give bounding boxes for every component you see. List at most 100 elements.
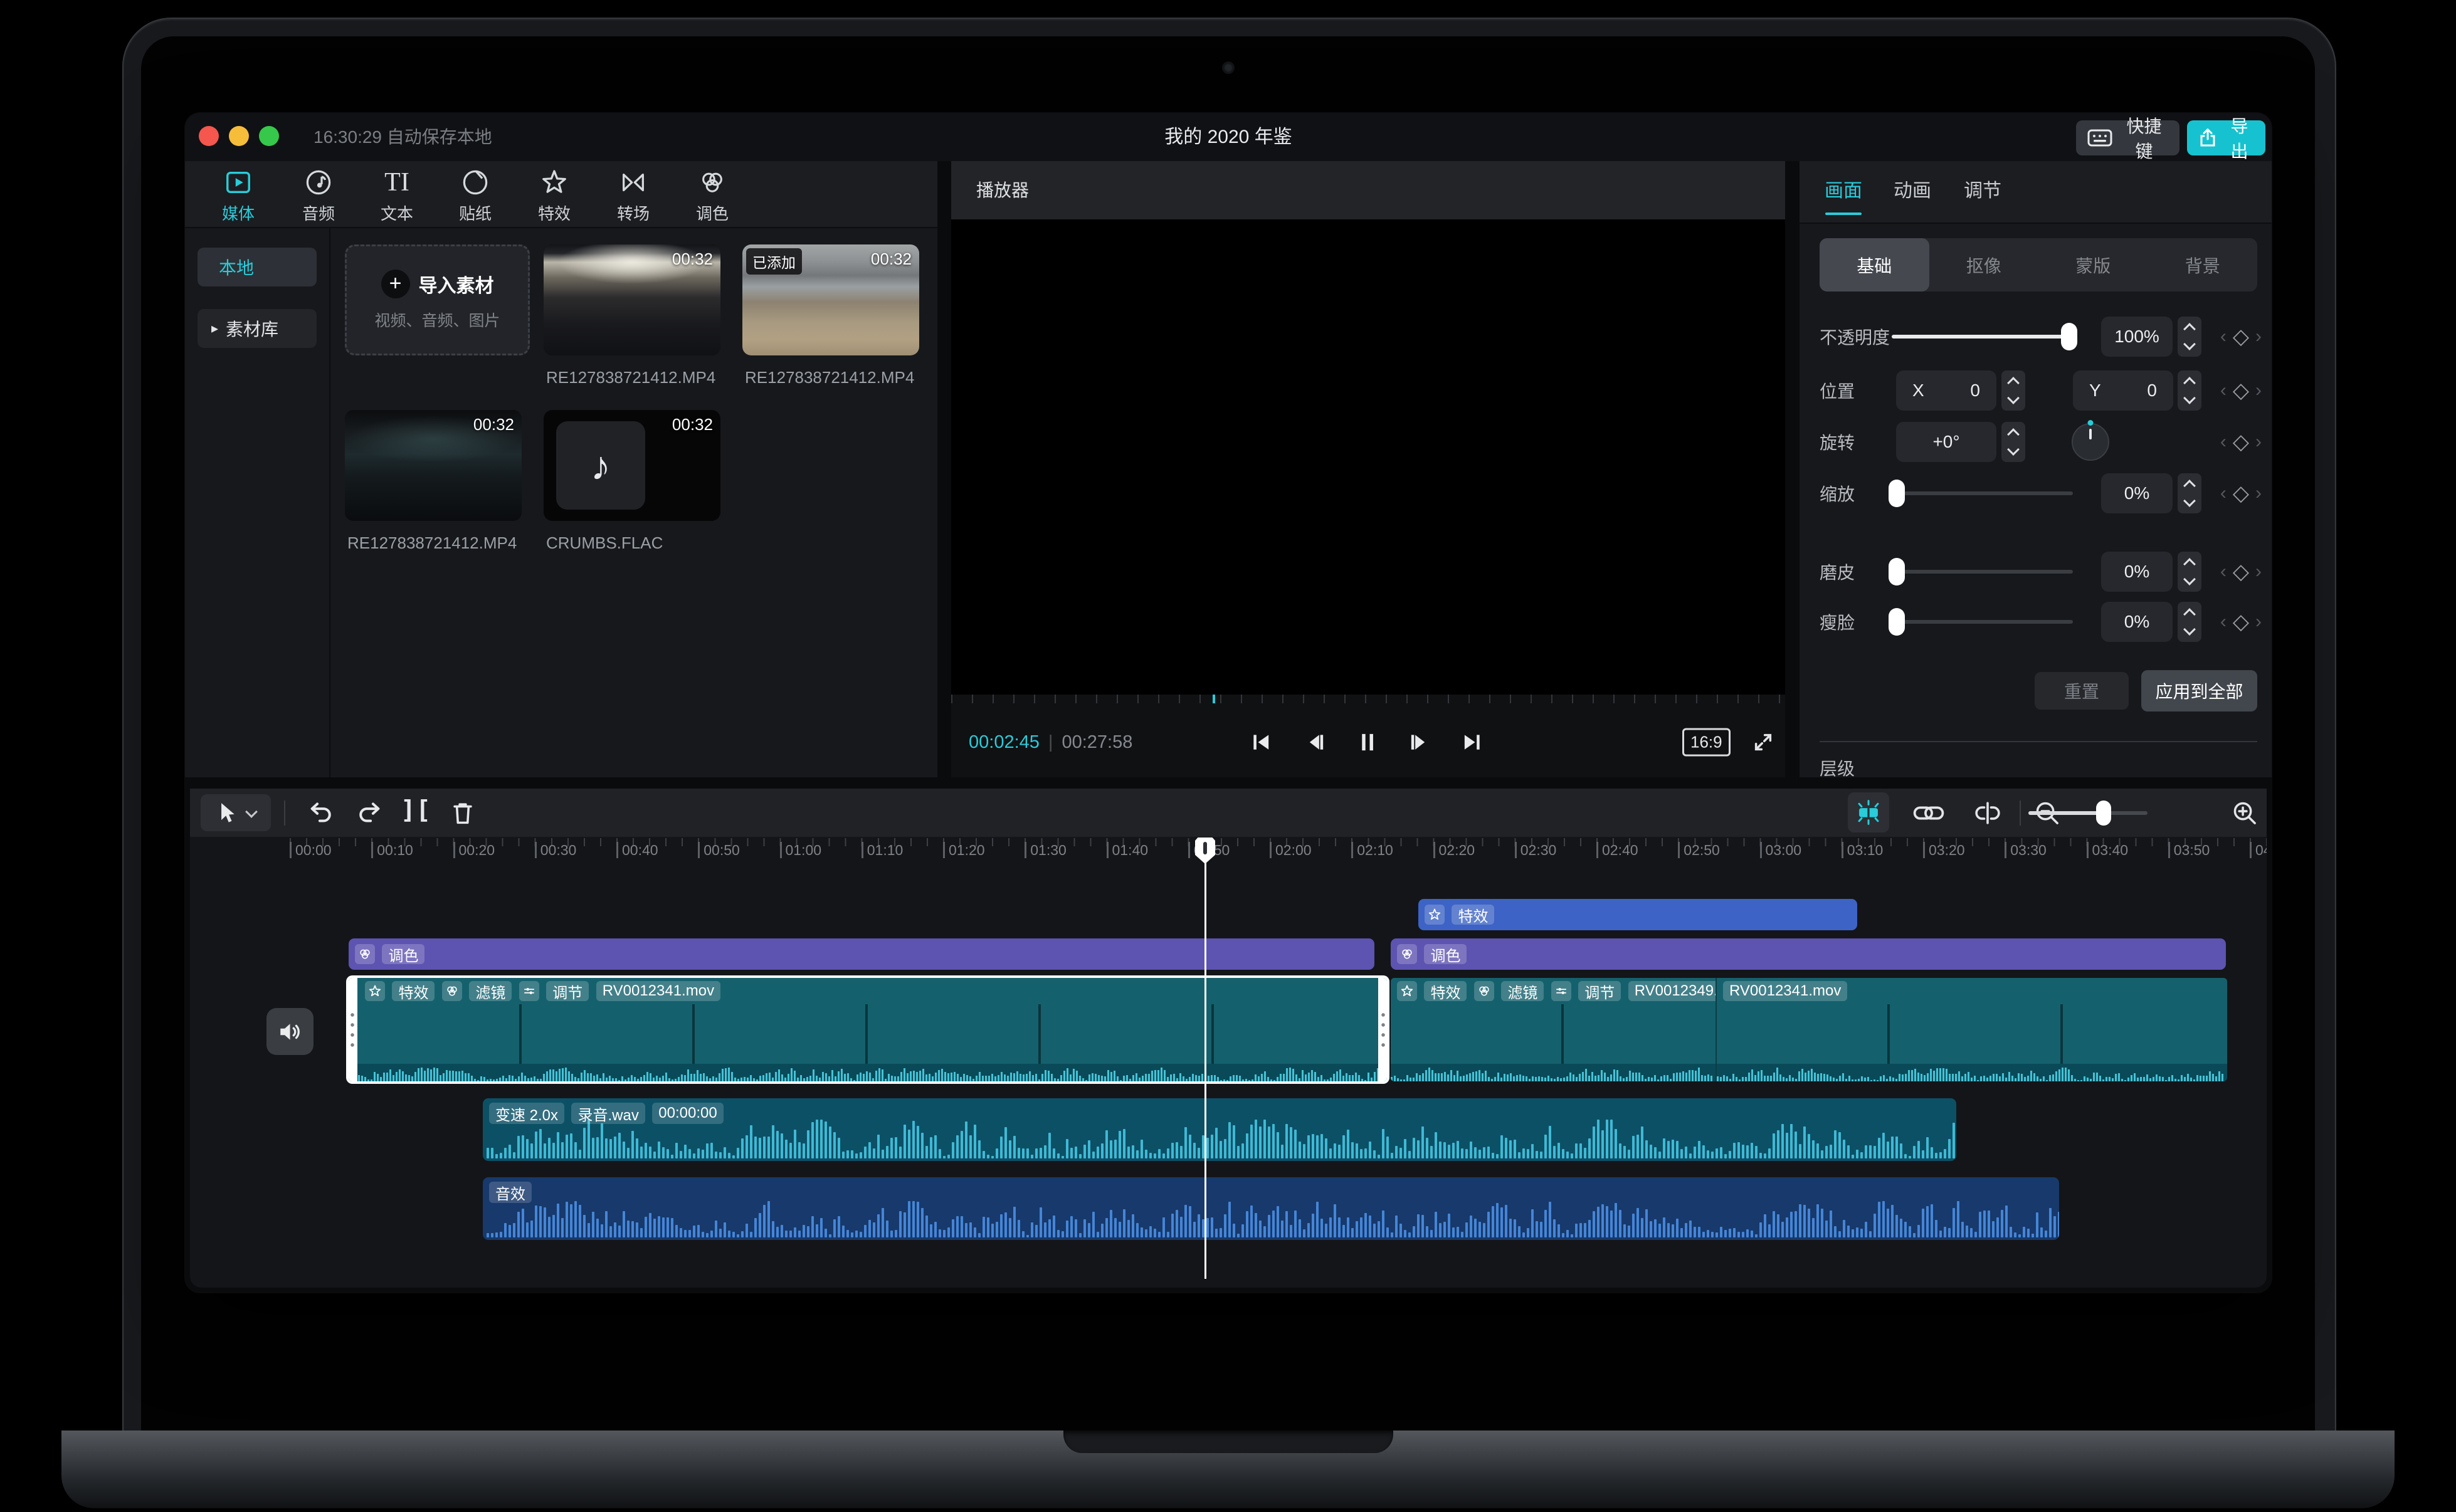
rotation-stepper[interactable] <box>2001 422 2025 462</box>
smooth-skin-value[interactable]: 0% <box>2101 552 2173 592</box>
audio-track-sfx[interactable]: 音效 <box>483 1177 2059 1240</box>
rotation-keyframe[interactable]: ‹◇› <box>2220 429 2262 454</box>
tab-sticker[interactable]: 贴纸 <box>441 167 510 225</box>
media-item-3[interactable]: 00:32 <box>345 410 522 521</box>
link-clips-icon[interactable] <box>1912 801 1945 826</box>
video-clip-selected[interactable]: 特效 滤镜 调节 RV0012341.mov <box>349 978 1387 1081</box>
position-y-stepper[interactable] <box>2178 370 2201 411</box>
trim-handle-left[interactable] <box>349 978 357 1081</box>
position-keyframe[interactable]: ‹◇› <box>2220 378 2262 403</box>
clip-filmstrip <box>349 1004 1387 1064</box>
tab-sticker-label: 贴纸 <box>459 201 492 224</box>
import-media-card[interactable]: + 导入素材 视频、音频、图片 <box>345 244 530 355</box>
redo-button[interactable] <box>355 801 382 826</box>
video-clip-3[interactable]: RV0012341.mov <box>1716 978 2227 1081</box>
tab-adjust[interactable]: 调节 <box>1964 161 2001 221</box>
video-clip-2[interactable]: 特效 滤镜 调节 RV0012349.mov <box>1391 978 1716 1081</box>
rotation-knob[interactable] <box>2072 423 2109 461</box>
playhead[interactable] <box>1204 839 1206 1279</box>
scale-slider[interactable] <box>1892 491 2073 495</box>
shortcuts-button[interactable]: 快捷键 <box>2076 120 2179 155</box>
effect-track[interactable]: 特效 <box>1418 899 1857 930</box>
next-frame-button[interactable] <box>1406 730 1431 755</box>
timeline-zoom-slider[interactable] <box>2028 811 2148 815</box>
subtab-basic[interactable]: 基础 <box>1820 238 1929 291</box>
delete-button[interactable] <box>450 800 475 826</box>
tab-animation[interactable]: 动画 <box>1894 161 1931 221</box>
scale-keyframe[interactable]: ‹◇› <box>2220 481 2262 506</box>
undo-button[interactable] <box>308 801 335 826</box>
export-button[interactable]: 导出 <box>2187 120 2265 155</box>
opacity-value[interactable]: 100% <box>2101 317 2173 357</box>
audio-track-recording[interactable]: 变速 2.0x 录音.wav 00:00:00 <box>483 1098 1956 1161</box>
skip-to-start-button[interactable] <box>1248 730 1273 755</box>
opacity-stepper[interactable] <box>2178 317 2201 357</box>
timeline-ruler[interactable]: 00:0000:1000:2000:3000:4000:5001:0001:10… <box>190 837 2267 863</box>
mirror-split-icon[interactable] <box>1973 799 2003 827</box>
tab-effects[interactable]: 特效 <box>520 167 589 225</box>
clip-filmstrip <box>1391 1004 1716 1064</box>
slim-face-keyframe[interactable]: ‹◇› <box>2220 609 2262 634</box>
snap-toggle-button[interactable] <box>1848 792 1889 832</box>
tab-color[interactable]: 调色 <box>678 167 747 225</box>
apply-to-all-button[interactable]: 应用到全部 <box>2141 670 2257 711</box>
trim-handle-right[interactable] <box>1378 978 1387 1081</box>
clip-name: RV0012341.mov <box>1723 981 1847 1001</box>
clip-header: 特效 滤镜 调节 RV0012349.mov <box>1391 978 1716 1004</box>
pause-button[interactable] <box>1354 729 1381 755</box>
current-time: 00:02:45 <box>969 732 1040 753</box>
slim-face-stepper[interactable] <box>2178 602 2201 642</box>
effect-track-label: 特效 <box>1452 905 1494 925</box>
inspector-tabbar: 画面 动画 调节 <box>1800 161 2272 224</box>
subtab-cutout[interactable]: 抠像 <box>1929 238 2039 291</box>
rotation-value[interactable]: +0° <box>1896 422 1996 462</box>
tab-media[interactable]: 媒体 <box>204 167 273 225</box>
player-scrub-bar[interactable] <box>951 695 1785 707</box>
next-keyframe-icon[interactable]: › <box>2255 326 2262 347</box>
slim-face-label: 瘦脸 <box>1820 609 1855 634</box>
tab-picture[interactable]: 画面 <box>1825 161 1862 221</box>
prev-keyframe-icon[interactable]: ‹ <box>2220 326 2227 347</box>
media-item-4[interactable]: ♪ 00:32 <box>544 410 720 521</box>
smooth-skin-slider[interactable] <box>1892 570 2073 574</box>
fullscreen-icon[interactable] <box>1746 728 1780 756</box>
duration-badge: 00:32 <box>672 249 713 269</box>
media-item-1[interactable]: 00:32 <box>544 244 720 355</box>
color-track-1[interactable]: 调色 <box>349 938 1374 970</box>
tab-text[interactable]: TI 文本 <box>362 167 431 225</box>
color-track-2[interactable]: 调色 <box>1391 938 2226 970</box>
import-hint: 视频、音频、图片 <box>374 308 500 331</box>
tab-audio[interactable]: 音频 <box>284 167 353 225</box>
subtab-mask[interactable]: 蒙版 <box>2038 238 2148 291</box>
sidebar-item-local[interactable]: 本地 <box>198 248 317 286</box>
scale-value[interactable]: 0% <box>2101 473 2173 513</box>
effects-star-icon <box>1397 981 1417 1001</box>
reset-button[interactable]: 重置 <box>2035 672 2129 710</box>
opacity-slider[interactable] <box>1892 335 2073 339</box>
slim-face-value[interactable]: 0% <box>2101 602 2173 642</box>
track-mute-button[interactable] <box>266 1008 314 1055</box>
scale-stepper[interactable] <box>2178 473 2201 513</box>
media-panel: 媒体 音频 TI 文本 贴纸 特效 转场 <box>185 161 937 777</box>
sidebar-item-library[interactable]: ▸ 素材库 <box>198 309 317 348</box>
smooth-skin-keyframe[interactable]: ‹◇› <box>2220 559 2262 584</box>
smooth-skin-stepper[interactable] <box>2178 552 2201 592</box>
subtab-background[interactable]: 背景 <box>2148 238 2258 291</box>
media-item-2[interactable]: 已添加 00:32 <box>742 244 919 355</box>
skip-to-end-button[interactable] <box>1460 730 1485 755</box>
previous-frame-button[interactable] <box>1303 730 1328 755</box>
tab-transition[interactable]: 转场 <box>599 167 668 225</box>
split-clip-button[interactable]: ][ <box>401 810 431 816</box>
position-y-field[interactable]: Y 0 <box>2073 370 2173 411</box>
ruler-label: 00:50 <box>698 842 740 858</box>
position-x-stepper[interactable] <box>2001 370 2025 411</box>
keyframe-diamond-icon[interactable]: ◇ <box>2233 324 2249 349</box>
position-x-field[interactable]: X 0 <box>1896 370 1996 411</box>
aspect-ratio-button[interactable]: 16:9 <box>1682 728 1731 757</box>
zoom-in-icon[interactable] <box>2231 799 2258 827</box>
opacity-keyframe[interactable]: ‹ ◇ › <box>2220 324 2262 349</box>
select-tool-button[interactable] <box>201 794 271 831</box>
slim-face-slider[interactable] <box>1892 620 2073 624</box>
tab-effects-label: 特效 <box>538 201 571 224</box>
video-viewport[interactable] <box>951 219 1785 695</box>
